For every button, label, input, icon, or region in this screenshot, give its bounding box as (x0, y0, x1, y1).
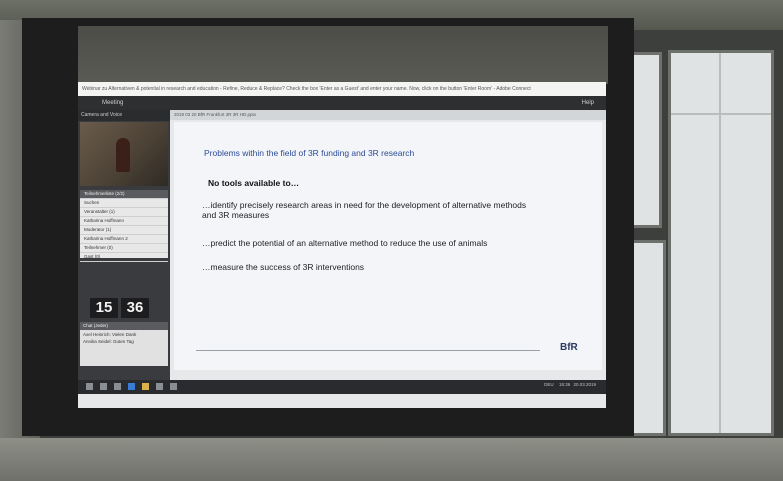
presenter-video (80, 122, 168, 186)
projected-display: Webinar zu Alternativen & potential in r… (78, 82, 606, 408)
chat-message: Annika Seidel: Guten Tag (83, 339, 134, 344)
window-title: Webinar zu Alternativen & potential in r… (82, 86, 531, 92)
list-item[interactable]: Katharina Hoffmann (80, 217, 168, 226)
window-sill (0, 438, 783, 481)
slide-bullet: …identify precisely research areas in ne… (202, 200, 527, 220)
list-item[interactable]: Suchen (80, 199, 168, 208)
clock-minutes: 36 (121, 298, 149, 318)
tray-language[interactable]: DEU (544, 382, 554, 387)
share-pod-header: 2019 03 20 BfR Frankfurt 3R 3R HD.pptx (170, 110, 606, 120)
slide-subheading: No tools available to… (208, 178, 300, 188)
left-pod-panel: Camera and Voice Teilnehmerliste (2/2) S… (78, 110, 170, 380)
slide-bullet: …predict the potential of an alternative… (202, 238, 488, 248)
projection-screen-top (78, 26, 608, 84)
help-menu[interactable]: Help (582, 96, 594, 110)
system-tray: DEU 15:36 20.03.2019 (544, 382, 596, 387)
camera-pod-header: Camera and Voice (78, 110, 170, 121)
meeting-tab[interactable]: Meeting (78, 100, 123, 106)
slide-title: Problems within the field of 3R funding … (204, 148, 415, 158)
chat-pod: Chat (Jeder) Axel Heinrich: Vielen Dank … (80, 322, 168, 366)
presentation-slide: Problems within the field of 3R funding … (174, 122, 602, 370)
tray-time[interactable]: 15:36 (559, 382, 570, 387)
app-icon[interactable] (156, 383, 163, 390)
list-item[interactable]: Gast (0) (80, 253, 168, 262)
list-item[interactable]: Katharina Hoffmann 2 (80, 235, 168, 244)
search-icon[interactable] (100, 383, 107, 390)
bfr-logo: BfR (560, 342, 578, 353)
slide-footer-line (196, 350, 540, 351)
clock-hours: 15 (90, 298, 118, 318)
app-menu-bar: Meeting Help (78, 96, 606, 110)
slide-bullet: …measure the success of 3R interventions (202, 262, 365, 272)
chat-message: Axel Heinrich: Vielen Dank (83, 332, 137, 337)
clock-display: 15 36 (90, 298, 152, 318)
list-item[interactable]: Veranstalter (1) (80, 208, 168, 217)
app-icon[interactable] (170, 383, 177, 390)
attendee-list-header: Teilnehmerliste (2/2) (80, 190, 168, 199)
window-title-bar: Webinar zu Alternativen & potential in r… (78, 82, 606, 96)
start-icon[interactable] (86, 383, 93, 390)
attendee-list: Teilnehmerliste (2/2) Suchen Veranstalte… (80, 190, 168, 262)
tray-date[interactable]: 20.03.2019 (573, 382, 596, 387)
folder-icon[interactable] (142, 383, 149, 390)
window-pane-2 (668, 50, 774, 436)
presenter-figure (116, 138, 130, 172)
task-view-icon[interactable] (114, 383, 121, 390)
taskbar: DEU 15:36 20.03.2019 (78, 380, 606, 394)
list-item[interactable]: Moderator (1) (80, 226, 168, 235)
browser-icon[interactable] (128, 383, 135, 390)
list-item[interactable]: Teilnehmer (0) (80, 244, 168, 253)
chat-header: Chat (Jeder) (80, 322, 168, 330)
